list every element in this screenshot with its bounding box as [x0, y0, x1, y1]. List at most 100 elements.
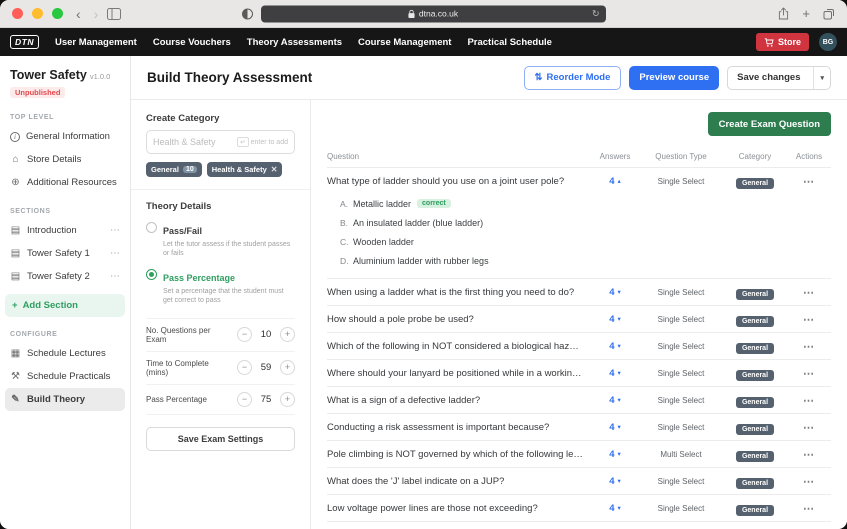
- row-actions-button[interactable]: ⋯: [787, 337, 831, 355]
- user-avatar[interactable]: BG: [819, 33, 837, 51]
- radio-selected-icon[interactable]: [146, 269, 157, 280]
- share-icon[interactable]: [778, 7, 789, 20]
- time-to-complete-row: Time to Complete (mins) − 59 +: [146, 352, 295, 385]
- answers-toggle[interactable]: 4 ▾: [591, 395, 639, 406]
- answers-toggle[interactable]: 4 ▾: [591, 341, 639, 352]
- decrement-button[interactable]: −: [237, 327, 252, 342]
- save-dropdown-button[interactable]: ▾: [813, 67, 830, 89]
- answers-count: 4: [609, 314, 614, 325]
- answers-toggle[interactable]: 4 ▾: [591, 476, 639, 487]
- zoom-window-button[interactable]: [52, 8, 63, 19]
- sidebar-item-schedule-lectures[interactable]: ▦ Schedule Lectures: [5, 342, 125, 365]
- increment-button[interactable]: +: [280, 360, 295, 375]
- category-tag-general[interactable]: General 10: [146, 162, 202, 177]
- answer-option-letter: D.: [340, 256, 353, 266]
- decrement-button[interactable]: −: [237, 392, 252, 407]
- pass-percentage-radio-row[interactable]: Pass Percentage Set a percentage that th…: [146, 268, 295, 306]
- category-tag-health-safety[interactable]: Health & Safety ✕: [207, 162, 283, 177]
- answers-caret-icon: ▾: [618, 450, 621, 458]
- row-actions-button[interactable]: ⋯: [787, 499, 831, 517]
- remove-tag-icon[interactable]: ✕: [271, 166, 278, 174]
- increment-button[interactable]: +: [280, 392, 295, 407]
- store-icon: ⌂: [10, 155, 21, 165]
- nav-item-theory-assessments[interactable]: Theory Assessments: [247, 37, 342, 48]
- sections-group-label: SECTIONS: [10, 208, 120, 215]
- sidebar-item-tower-safety-2[interactable]: ▤ Tower Safety 2 ⋯: [5, 265, 125, 288]
- answers-caret-icon: ▾: [618, 369, 621, 377]
- answers-toggle[interactable]: 4 ▾: [591, 503, 639, 514]
- nav-item-course-management[interactable]: Course Management: [358, 37, 451, 48]
- row-actions-button[interactable]: ⋯: [787, 172, 831, 190]
- increment-button[interactable]: +: [280, 327, 295, 342]
- row-actions-button[interactable]: ⋯: [787, 445, 831, 463]
- section-menu-icon[interactable]: ⋯: [110, 271, 120, 282]
- column-header-question-type: Question Type: [639, 152, 723, 161]
- pass-fail-radio-row[interactable]: Pass/Fail Let the tutor assess if the st…: [146, 221, 295, 259]
- tab-overview-icon[interactable]: [823, 8, 835, 20]
- sidebar-item-additional-resources[interactable]: ⊕ Additional Resources: [5, 171, 125, 194]
- sidebar-toggle-icon[interactable]: [107, 8, 121, 20]
- radio-unselected-icon[interactable]: [146, 222, 157, 233]
- answers-toggle[interactable]: 4 ▾: [591, 368, 639, 379]
- decrement-button[interactable]: −: [237, 360, 252, 375]
- sidebar-item-schedule-practicals[interactable]: ⚒ Schedule Practicals: [5, 365, 125, 388]
- reorder-mode-button[interactable]: ⇅ Reorder Mode: [524, 66, 622, 90]
- answers-count: 4: [609, 422, 614, 433]
- preview-course-button[interactable]: Preview course: [629, 66, 719, 90]
- status-badge: Unpublished: [10, 87, 65, 98]
- column-header-actions: Actions: [787, 152, 831, 161]
- app-top-nav: DTN User Management Course Vouchers Theo…: [0, 28, 847, 56]
- row-actions-button[interactable]: ⋯: [787, 310, 831, 328]
- row-actions-button[interactable]: ⋯: [787, 283, 831, 301]
- column-header-answers: Answers: [591, 152, 639, 161]
- create-category-label: Create Category: [146, 113, 295, 124]
- sidebar-item-tower-safety-1[interactable]: ▤ Tower Safety 1 ⋯: [5, 242, 125, 265]
- browser-window: ‹ › dtna.co.uk ↻ + DTN: [0, 0, 847, 529]
- reload-icon[interactable]: ↻: [592, 8, 600, 19]
- address-bar[interactable]: dtna.co.uk ↻: [261, 5, 606, 22]
- question-type: Single Select: [639, 369, 723, 378]
- enter-key-icon: ↵: [237, 137, 248, 147]
- questions-panel: Create Exam Question Question Answers Qu…: [311, 100, 847, 529]
- enter-hint: ↵ enter to add: [237, 137, 288, 147]
- section-menu-icon[interactable]: ⋯: [110, 225, 120, 236]
- new-tab-icon[interactable]: +: [802, 7, 810, 20]
- row-actions-button[interactable]: ⋯: [787, 391, 831, 409]
- forward-button[interactable]: ›: [94, 7, 99, 21]
- answers-toggle[interactable]: 4 ▾: [591, 287, 639, 298]
- answers-caret-icon: ▾: [618, 423, 621, 431]
- nav-item-user-management[interactable]: User Management: [55, 37, 137, 48]
- close-window-button[interactable]: [12, 8, 23, 19]
- section-menu-icon[interactable]: ⋯: [110, 248, 120, 259]
- create-exam-question-button[interactable]: Create Exam Question: [708, 112, 831, 136]
- section-icon: ▤: [10, 272, 21, 282]
- info-icon: i: [10, 132, 20, 142]
- answers-toggle[interactable]: 4 ▾: [591, 449, 639, 460]
- browser-chrome: ‹ › dtna.co.uk ↻ +: [0, 0, 847, 28]
- answers-toggle[interactable]: 4 ▴: [591, 176, 639, 187]
- store-button[interactable]: Store: [756, 33, 809, 51]
- nav-item-practical-schedule[interactable]: Practical Schedule: [467, 37, 551, 48]
- row-actions-button[interactable]: ⋯: [787, 364, 831, 382]
- category-badge: General: [736, 343, 774, 354]
- save-exam-settings-button[interactable]: Save Exam Settings: [146, 427, 295, 451]
- back-button[interactable]: ‹: [76, 7, 81, 21]
- privacy-report-icon[interactable]: [242, 8, 253, 19]
- row-actions-button[interactable]: ⋯: [787, 472, 831, 490]
- save-changes-button[interactable]: Save changes ▾: [727, 66, 831, 90]
- nav-item-course-vouchers[interactable]: Course Vouchers: [153, 37, 231, 48]
- sidebar-item-store-details[interactable]: ⌂ Store Details: [5, 148, 125, 171]
- add-section-button[interactable]: + Add Section: [5, 294, 125, 317]
- answer-option: B.An insulated ladder (blue ladder): [340, 213, 831, 232]
- answers-toggle[interactable]: 4 ▾: [591, 314, 639, 325]
- sidebar-item-introduction[interactable]: ▤ Introduction ⋯: [5, 219, 125, 242]
- minimize-window-button[interactable]: [32, 8, 43, 19]
- question-row: How should a pole probe be used? 4 ▾ Sin…: [327, 306, 831, 333]
- category-input[interactable]: [153, 137, 233, 147]
- sidebar-item-general-information[interactable]: i General Information: [5, 125, 125, 148]
- sidebar-item-build-theory[interactable]: ✎ Build Theory: [5, 388, 125, 411]
- answers-toggle[interactable]: 4 ▾: [591, 422, 639, 433]
- section-icon: ▤: [10, 249, 21, 259]
- row-actions-button[interactable]: ⋯: [787, 418, 831, 436]
- question-text: What is a sign of a defective ladder?: [327, 395, 591, 406]
